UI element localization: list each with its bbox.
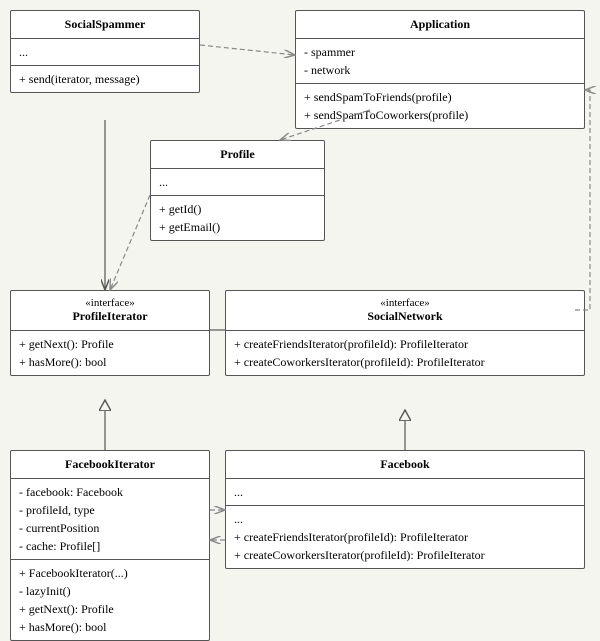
facebook-iterator-methods: + FacebookIterator(...) - lazyInit() + g… <box>11 560 209 640</box>
profile-class: Profile ... + getId() + getEmail() <box>150 140 325 241</box>
profile-method-1: + getId() <box>159 200 316 218</box>
profile-iterator-header: «interface» ProfileIterator <box>11 291 209 331</box>
facebook-iterator-field-4: - cache: Profile[] <box>19 537 201 555</box>
social-network-header: «interface» SocialNetwork <box>226 291 584 331</box>
application-field-1: - spammer <box>304 43 576 61</box>
facebook-iterator-field-1: - facebook: Facebook <box>19 483 201 501</box>
application-class: Application - spammer - network + sendSp… <box>295 10 585 129</box>
facebook-iterator-class: FacebookIterator - facebook: Facebook - … <box>10 450 210 641</box>
social-network-methods: + createFriendsIterator(profileId): Prof… <box>226 331 584 375</box>
social-spammer-method-1: + send(iterator, message) <box>19 70 191 88</box>
facebook-methods: ... + createFriendsIterator(profileId): … <box>226 506 584 568</box>
social-spammer-field-1: ... <box>19 43 191 61</box>
social-network-name: SocialNetwork <box>367 309 442 323</box>
social-spammer-header: SocialSpammer <box>11 11 199 39</box>
application-field-2: - network <box>304 61 576 79</box>
facebook-name: Facebook <box>380 457 429 471</box>
social-network-stereotype: «interface» <box>234 297 576 309</box>
profile-iterator-name: ProfileIterator <box>72 309 147 323</box>
facebook-method-2: + createCoworkersIterator(profileId): Pr… <box>234 546 576 564</box>
application-header: Application <box>296 11 584 39</box>
facebook-iterator-method-4: + hasMore(): bool <box>19 618 201 636</box>
profile-iterator-stereotype: «interface» <box>19 297 201 309</box>
profile-methods: + getId() + getEmail() <box>151 196 324 240</box>
uml-diagram: SocialSpammer ... + send(iterator, messa… <box>0 0 600 630</box>
profile-iterator-class: «interface» ProfileIterator + getNext():… <box>10 290 210 376</box>
application-fields: - spammer - network <box>296 39 584 84</box>
arrow-spammer-app <box>200 45 295 55</box>
profile-iterator-method-2: + hasMore(): bool <box>19 353 201 371</box>
facebook-iterator-field-2: - profileId, type <box>19 501 201 519</box>
facebook-iterator-fields: - facebook: Facebook - profileId, type -… <box>11 479 209 560</box>
facebook-header: Facebook <box>226 451 584 479</box>
facebook-iterator-field-3: - currentPosition <box>19 519 201 537</box>
profile-method-2: + getEmail() <box>159 218 316 236</box>
profile-field-1: ... <box>159 173 316 191</box>
facebook-iterator-method-3: + getNext(): Profile <box>19 600 201 618</box>
profile-name: Profile <box>220 147 254 161</box>
arrow-profile-iterator <box>110 195 150 290</box>
profile-iterator-method-1: + getNext(): Profile <box>19 335 201 353</box>
application-name: Application <box>410 17 470 31</box>
application-method-2: + sendSpamToCoworkers(profile) <box>304 106 576 124</box>
profile-fields: ... <box>151 169 324 196</box>
facebook-iterator-method-1: + FacebookIterator(...) <box>19 564 201 582</box>
facebook-method-0: ... <box>234 510 576 528</box>
social-spammer-methods: + send(iterator, message) <box>11 66 199 92</box>
facebook-iterator-name: FacebookIterator <box>65 457 155 471</box>
facebook-fields: ... <box>226 479 584 506</box>
social-network-method-2: + createCoworkersIterator(profileId): Pr… <box>234 353 576 371</box>
facebook-field-1: ... <box>234 483 576 501</box>
social-network-class: «interface» SocialNetwork + createFriend… <box>225 290 585 376</box>
social-network-method-1: + createFriendsIterator(profileId): Prof… <box>234 335 576 353</box>
facebook-iterator-header: FacebookIterator <box>11 451 209 479</box>
application-method-1: + sendSpamToFriends(profile) <box>304 88 576 106</box>
facebook-class: Facebook ... ... + createFriendsIterator… <box>225 450 585 569</box>
facebook-iterator-method-2: - lazyInit() <box>19 582 201 600</box>
social-spammer-class: SocialSpammer ... + send(iterator, messa… <box>10 10 200 93</box>
profile-header: Profile <box>151 141 324 169</box>
profile-iterator-methods: + getNext(): Profile + hasMore(): bool <box>11 331 209 375</box>
social-spammer-fields: ... <box>11 39 199 66</box>
social-spammer-name: SocialSpammer <box>65 17 146 31</box>
application-methods: + sendSpamToFriends(profile) + sendSpamT… <box>296 84 584 128</box>
facebook-method-1: + createFriendsIterator(profileId): Prof… <box>234 528 576 546</box>
